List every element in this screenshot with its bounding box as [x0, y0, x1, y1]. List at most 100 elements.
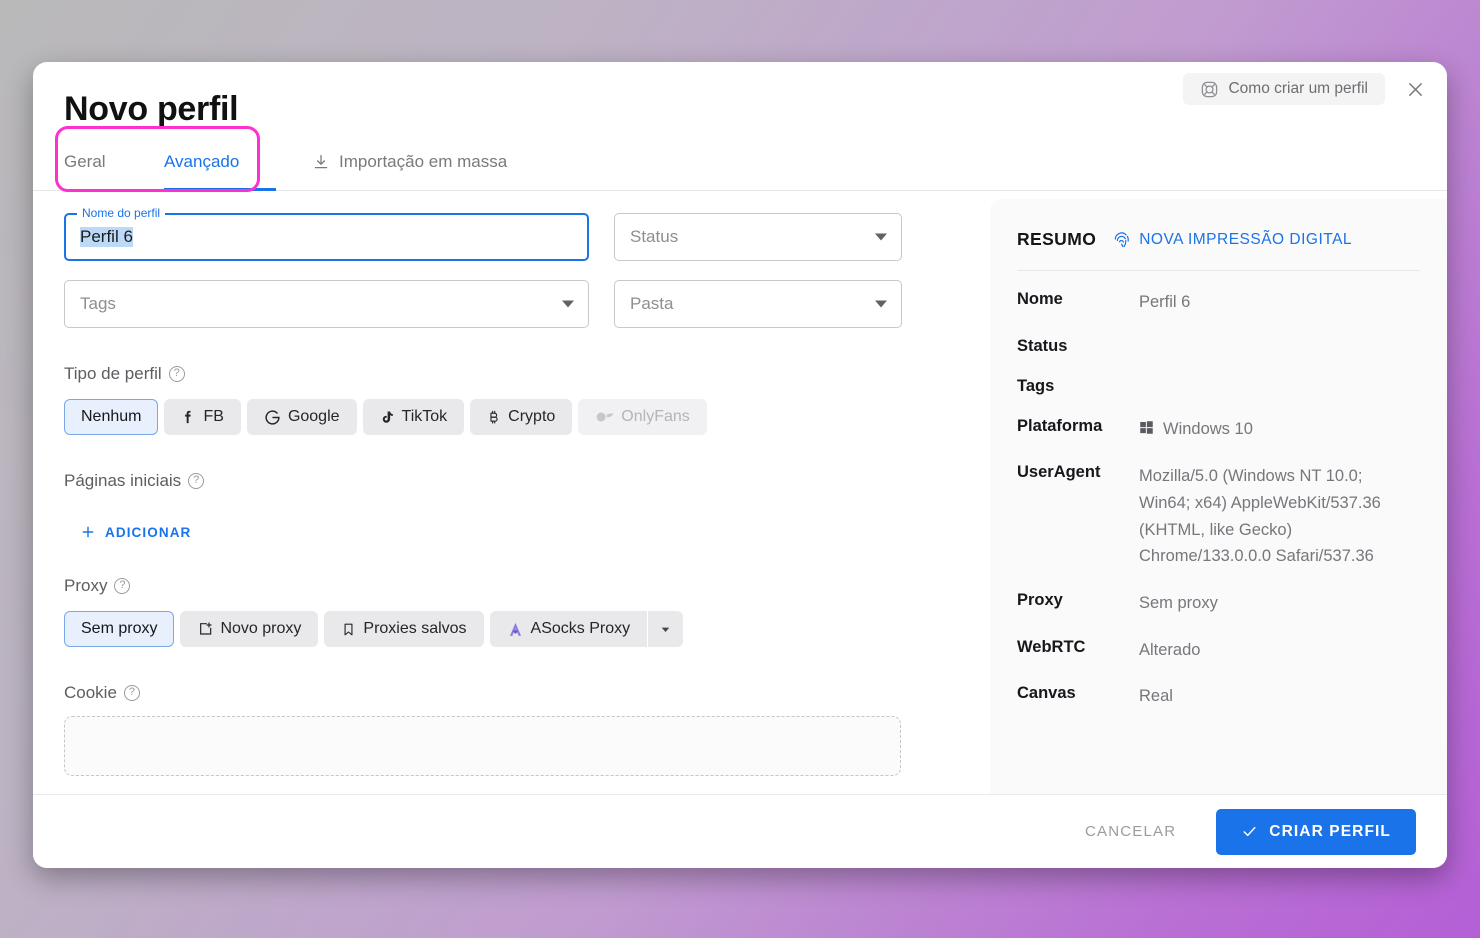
profile-type-tiktok[interactable]: TikTok — [362, 399, 465, 435]
profile-type-google-label: Google — [287, 408, 340, 425]
summary-title: RESUMO — [1017, 229, 1097, 249]
start-pages-label-text: Páginas iniciais — [64, 471, 182, 490]
plus-icon — [80, 524, 96, 540]
asocks-icon — [507, 621, 524, 638]
create-profile-button[interactable]: CRIAR PERFIL — [1216, 808, 1416, 855]
summary-value-wrap: Windows 10 — [1139, 417, 1253, 443]
summary-key: UserAgent — [1017, 463, 1101, 482]
lifebuoy-icon — [1200, 80, 1219, 99]
profile-type-fb[interactable]: FB — [164, 399, 241, 435]
summary-row-webrtc: WebRTC Alterado — [1017, 638, 1420, 664]
status-placeholder: Status — [630, 227, 679, 246]
summary-key: Proxy — [1017, 591, 1063, 609]
proxy-asocks[interactable]: ASocks Proxy — [489, 611, 648, 647]
profile-type-label-text: Tipo de perfil — [64, 364, 162, 383]
profile-type-chip-group: Nenhum FB Google TikTok Crypto OnlyFans — [64, 399, 958, 435]
onlyfans-icon — [595, 410, 614, 424]
proxy-novo-proxy-label: Novo proxy — [220, 620, 302, 637]
add-start-page-label: ADICIONAR — [105, 524, 192, 540]
new-fingerprint-label: NOVA IMPRESSÃO DIGITAL — [1139, 230, 1353, 248]
tab-avancado[interactable]: Avançado — [164, 143, 276, 191]
tab-bar: Geral Avançado Importação em massa — [33, 126, 1447, 192]
create-profile-label: CRIAR PERFIL — [1269, 822, 1391, 840]
profile-type-nenhum[interactable]: Nenhum — [64, 399, 159, 435]
cookie-label: Cookie ? — [64, 683, 958, 703]
summary-key: WebRTC — [1017, 637, 1086, 656]
tab-avancado-label: Avançado — [164, 152, 240, 171]
profile-type-crypto-label: Crypto — [508, 408, 556, 425]
close-icon — [1405, 79, 1426, 100]
chevron-down-icon[interactable] — [875, 300, 887, 308]
cancel-button[interactable]: CANCELAR — [1071, 813, 1190, 850]
profile-name-legend: Nome do perfil — [77, 207, 166, 219]
close-button[interactable] — [1399, 73, 1431, 105]
proxy-label-text: Proxy — [64, 576, 108, 595]
tags-select[interactable]: Tags — [64, 280, 589, 328]
fingerprint-icon — [1112, 230, 1131, 249]
how-to-create-profile-button[interactable]: Como criar um perfil — [1183, 73, 1385, 105]
summary-value: Sem proxy — [1139, 594, 1218, 612]
new-fingerprint-button[interactable]: NOVA IMPRESSÃO DIGITAL — [1112, 230, 1352, 249]
proxy-proxies-salvos[interactable]: Proxies salvos — [324, 611, 484, 647]
help-circle-icon[interactable]: ? — [188, 473, 205, 489]
summary-divider — [1017, 270, 1420, 271]
profile-type-label: Tipo de perfil ? — [64, 364, 958, 384]
summary-row-status: Status — [1017, 337, 1420, 356]
help-button-label: Como criar um perfil — [1228, 80, 1368, 97]
profile-name-input[interactable]: Nome do perfil Perfil 6 — [64, 207, 589, 261]
summary-key: Status — [1017, 336, 1068, 355]
help-circle-icon[interactable]: ? — [114, 578, 131, 594]
summary-header: RESUMO NOVA IMPRESSÃO DIGITAL — [1017, 229, 1420, 250]
summary-row-useragent: UserAgent Mozilla/5.0 (Windows NT 10.0; … — [1017, 463, 1420, 570]
profile-type-fb-label: FB — [203, 408, 224, 425]
tab-importacao-label: Importação em massa — [339, 152, 508, 171]
tab-geral[interactable]: Geral — [64, 143, 164, 190]
proxy-asocks-label: ASocks Proxy — [530, 620, 631, 637]
chevron-down-icon[interactable] — [562, 300, 574, 308]
profile-type-onlyfans: OnlyFans — [578, 399, 707, 435]
profile-type-tiktok-label: TikTok — [401, 408, 448, 425]
folder-placeholder: Pasta — [630, 294, 674, 313]
profile-type-onlyfans-label: OnlyFans — [621, 408, 690, 425]
profile-form: Nome do perfil Perfil 6 Status Tags Past… — [33, 191, 958, 794]
tab-importacao-em-massa[interactable]: Importação em massa — [312, 143, 507, 190]
start-pages-label: Páginas iniciais ? — [64, 471, 958, 491]
proxy-proxies-salvos-label: Proxies salvos — [363, 620, 467, 637]
summary-rows: Nome Perfil 6 Status Tags Plataforma Win… — [1017, 290, 1420, 710]
summary-row-plataforma: Plataforma Windows 10 — [1017, 417, 1420, 443]
proxy-sem-proxy[interactable]: Sem proxy — [64, 611, 175, 647]
profile-type-crypto[interactable]: Crypto — [470, 399, 573, 435]
facebook-icon — [181, 409, 196, 426]
summary-value: Real — [1139, 687, 1173, 706]
new-profile-dialog: Novo perfil Como criar um perfil Geral A… — [33, 62, 1447, 868]
summary-key: Tags — [1017, 376, 1055, 395]
summary-value: Windows 10 — [1163, 419, 1253, 438]
help-circle-icon[interactable]: ? — [168, 366, 185, 382]
proxy-asocks-group: ASocks Proxy — [489, 611, 684, 647]
chevron-down-icon[interactable] — [875, 233, 887, 241]
status-select[interactable]: Status — [614, 213, 902, 261]
summary-row-tags: Tags — [1017, 377, 1420, 396]
summary-panel: RESUMO NOVA IMPRESSÃO DIGITAL Nome Perfi… — [990, 199, 1447, 794]
summary-key: Nome — [1017, 290, 1063, 308]
folder-select[interactable]: Pasta — [614, 280, 902, 328]
proxy-novo-proxy[interactable]: Novo proxy — [180, 611, 319, 647]
summary-value: Mozilla/5.0 (Windows NT 10.0; Win64; x64… — [1139, 467, 1381, 566]
cookie-dropzone[interactable] — [64, 716, 901, 776]
summary-value: Perfil 6 — [1139, 293, 1191, 311]
tiktok-icon — [380, 409, 395, 426]
summary-row-nome: Nome Perfil 6 — [1017, 290, 1420, 316]
cookie-label-text: Cookie — [64, 683, 117, 702]
dialog-body: Nome do perfil Perfil 6 Status Tags Past… — [33, 191, 1447, 794]
download-icon — [312, 153, 330, 171]
chevron-down-icon — [659, 623, 672, 636]
tab-geral-label: Geral — [64, 152, 106, 171]
profile-type-google[interactable]: Google — [246, 399, 357, 435]
bitcoin-icon — [487, 408, 501, 426]
add-start-page-button[interactable]: ADICIONAR — [80, 524, 191, 540]
summary-key: Canvas — [1017, 684, 1076, 703]
summary-row-canvas: Canvas Real — [1017, 684, 1420, 710]
proxy-asocks-dropdown[interactable] — [648, 611, 684, 647]
dialog-footer: CANCELAR CRIAR PERFIL — [33, 794, 1447, 868]
help-circle-icon[interactable]: ? — [123, 685, 140, 701]
